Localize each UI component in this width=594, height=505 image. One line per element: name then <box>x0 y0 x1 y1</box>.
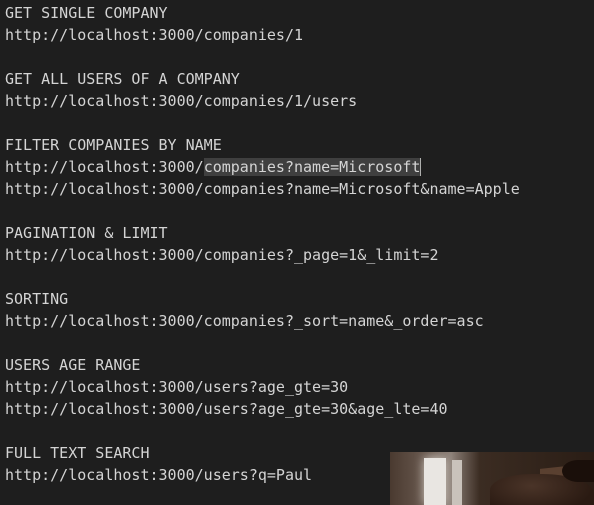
editor-line-4[interactable]: GET ALL USERS OF A COMPANY <box>5 68 240 90</box>
editor-line-19[interactable]: http://localhost:3000/users?age_gte=30&a… <box>5 398 448 420</box>
webcam-overlay <box>390 452 594 505</box>
selected-text[interactable]: companies?name=Microsoft <box>203 158 422 176</box>
editor-line-12[interactable]: http://localhost:3000/companies?_page=1&… <box>5 244 438 266</box>
editor-line-8[interactable]: http://localhost:3000/companies?name=Mic… <box>5 156 422 178</box>
webcam-window-light <box>424 458 446 505</box>
editor-line-9[interactable]: http://localhost:3000/companies?name=Mic… <box>5 178 520 200</box>
editor-line-15[interactable]: http://localhost:3000/companies?_sort=na… <box>5 310 484 332</box>
editor-line-17[interactable]: USERS AGE RANGE <box>5 354 140 376</box>
editor-line-7[interactable]: FILTER COMPANIES BY NAME <box>5 134 222 156</box>
editor-line-11[interactable]: PAGINATION & LIMIT <box>5 222 168 244</box>
line-prefix: http://localhost:3000/ <box>5 158 204 176</box>
editor-line-21[interactable]: FULL TEXT SEARCH <box>5 442 150 464</box>
editor-line-1[interactable]: GET SINGLE COMPANY <box>5 2 168 24</box>
editor-line-18[interactable]: http://localhost:3000/users?age_gte=30 <box>5 376 348 398</box>
editor-line-5[interactable]: http://localhost:3000/companies/1/users <box>5 90 357 112</box>
editor-line-2[interactable]: http://localhost:3000/companies/1 <box>5 24 303 46</box>
webcam-window-frame <box>452 460 462 505</box>
editor-line-22[interactable]: http://localhost:3000/users?q=Paul <box>5 464 312 486</box>
code-editor[interactable]: GET SINGLE COMPANY http://localhost:3000… <box>0 0 594 505</box>
webcam-person-head <box>562 460 594 482</box>
editor-line-14[interactable]: SORTING <box>5 288 68 310</box>
